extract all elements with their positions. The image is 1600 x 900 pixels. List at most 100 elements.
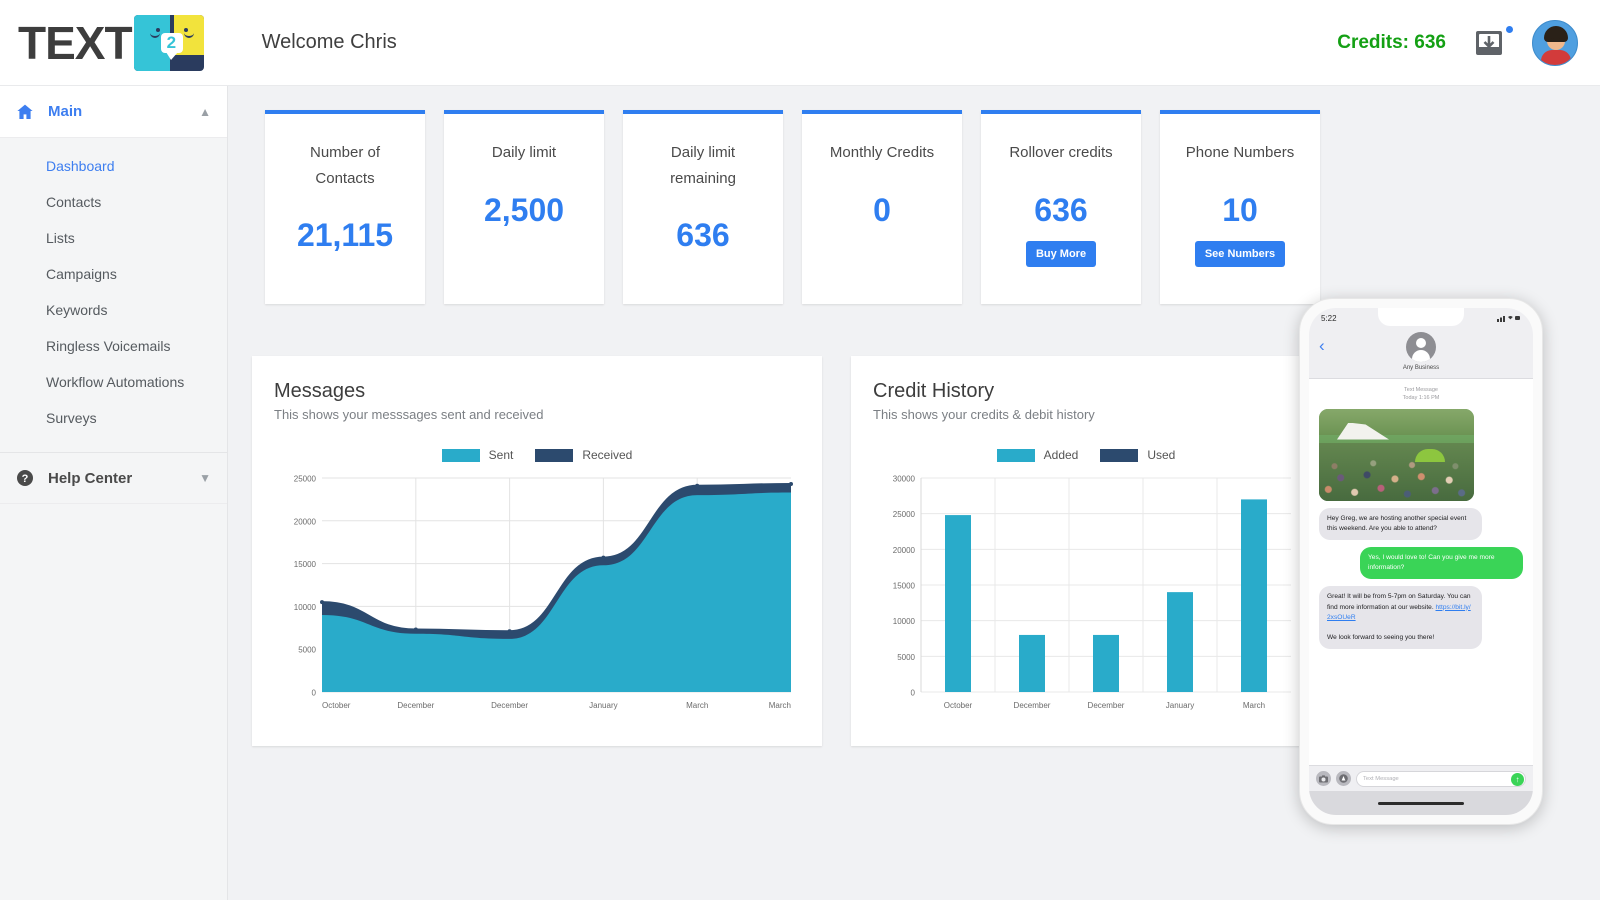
legend-item-received[interactable]: Received (535, 448, 632, 462)
stat-card-value: 636 (1034, 191, 1088, 228)
legend-swatch-used (1100, 448, 1139, 462)
svg-text:January: January (1166, 701, 1194, 710)
stat-card-daily-limit: Daily limit 2,500 (444, 110, 604, 304)
sidebar-section-main-label: Main (48, 103, 83, 120)
see-numbers-button[interactable]: See Numbers (1194, 240, 1286, 267)
message-image-attachment[interactable] (1319, 408, 1474, 501)
top-bar: TEXT 2 Welcome Chris Credits: 636 (0, 0, 1600, 86)
messages-panel-title: Messages (274, 380, 366, 402)
back-chevron-icon[interactable]: ‹ (1319, 336, 1325, 356)
phone-conversation-header: ‹ Any Business (1309, 328, 1533, 379)
sidebar: Main ▲ Dashboard Contacts Lists Campaign… (0, 86, 228, 900)
top-bar-right: Credits: 636 (1337, 19, 1578, 66)
messages-legend: Sent Received (274, 448, 800, 462)
svg-text:10000: 10000 (893, 617, 916, 626)
sidebar-item-label: Ringless Voicemails (46, 338, 171, 354)
credits-label: Credits: 636 (1337, 31, 1446, 53)
svg-text:January: January (589, 701, 617, 710)
phone-home-indicator-area (1309, 791, 1533, 815)
stat-card-daily-limit-remaining: Daily limit remaining 636 (623, 110, 783, 304)
stat-card-title: Number of Contacts (309, 144, 381, 187)
question-circle-icon: ? (16, 469, 38, 487)
stat-card-title: Rollover credits (1009, 144, 1113, 161)
phone-status-bar: 5:22 (1309, 308, 1533, 328)
svg-text:December: December (491, 701, 528, 710)
contact-avatar-icon[interactable] (1406, 332, 1436, 362)
stat-card-title: Monthly Credits (829, 144, 935, 161)
svg-text:20000: 20000 (893, 546, 916, 555)
svg-text:25000: 25000 (893, 510, 916, 519)
stat-card-title: Daily limit (491, 144, 557, 161)
sidebar-item-label: Contacts (46, 194, 102, 210)
notification-dot (1506, 25, 1513, 33)
svg-text:25000: 25000 (294, 475, 317, 484)
legend-item-added[interactable]: Added (996, 448, 1079, 462)
phone-screen: 5:22 ‹ Any Business Text Message Today 1:… (1309, 308, 1533, 815)
buy-more-button[interactable]: Buy More (1025, 240, 1097, 267)
message-text-secondary: We look forward to seeing you there! (1327, 634, 1435, 642)
sidebar-item-contacts[interactable]: Contacts (0, 184, 227, 220)
legend-item-used[interactable]: Used (1100, 448, 1175, 462)
sidebar-item-label: Keywords (46, 302, 108, 318)
sidebar-item-label: Workflow Automations (46, 374, 185, 390)
chevron-up-icon[interactable]: ▲ (199, 105, 211, 119)
svg-text:10000: 10000 (294, 603, 317, 612)
inbox-download-icon[interactable] (1474, 25, 1513, 58)
svg-text:20000: 20000 (294, 517, 317, 526)
stat-card-row: Number of Contacts 21,115 Daily limit 2,… (228, 86, 1600, 304)
stat-card-monthly-credits: Monthly Credits 0 (802, 110, 962, 304)
sidebar-section-help-label: Help Center (48, 469, 133, 487)
app-logo[interactable]: TEXT 2 (18, 14, 204, 71)
legend-swatch-added (996, 448, 1035, 462)
logo-digit: 2 (166, 32, 177, 52)
legend-label: Sent (488, 448, 514, 462)
contact-name: Any Business (1402, 365, 1440, 371)
sidebar-section-main[interactable]: Main ▲ (0, 86, 227, 138)
sidebar-item-lists[interactable]: Lists (0, 220, 227, 256)
home-icon (16, 103, 38, 121)
credit-history-bar-chart: 0 5000 10000 15000 20000 25000 30000 October Dec… (873, 472, 1299, 722)
stat-card-value: 2,500 (483, 191, 565, 228)
legend-label: Added (1043, 448, 1079, 462)
legend-item-sent[interactable]: Sent (441, 448, 514, 462)
message-input-placeholder: Text Message (1363, 775, 1399, 782)
sidebar-item-dashboard[interactable]: Dashboard (0, 148, 227, 184)
sidebar-item-campaigns[interactable]: Campaigns (0, 256, 227, 292)
stat-card-value: 10 (1222, 191, 1258, 228)
avatar[interactable] (1532, 19, 1578, 66)
svg-text:0: 0 (911, 689, 916, 698)
chevron-down-icon[interactable]: ▼ (199, 471, 211, 485)
logo-text: TEXT (18, 16, 133, 69)
svg-text:5000: 5000 (897, 653, 915, 662)
phone-status-icons (1497, 314, 1521, 322)
svg-text:March: March (769, 701, 791, 710)
message-input[interactable]: Text Message ↑ (1356, 770, 1526, 787)
phone-message-list: Text Message Today 1:16 PM Hey Greg, we a… (1309, 379, 1533, 765)
message-timestamp: Text Message Today 1:16 PM (1402, 387, 1440, 402)
messages-panel: Messages This shows your messsages sent … (252, 356, 822, 746)
message-bubble-incoming: Hey Greg, we are hosting another special… (1319, 507, 1482, 540)
message-bubble-outgoing: Yes, I would love to! Can you give me mo… (1360, 546, 1523, 580)
sidebar-item-ringless-voicemails[interactable]: Ringless Voicemails (0, 328, 227, 364)
messages-area-chart: 0 5000 10000 15000 20000 25000 October December… (274, 472, 800, 722)
sidebar-item-surveys[interactable]: Surveys (0, 400, 227, 436)
svg-text:December: December (1014, 701, 1051, 710)
stat-card-value: 0 (873, 191, 891, 228)
sidebar-item-workflow-automations[interactable]: Workflow Automations (0, 364, 227, 400)
sidebar-item-label: Lists (46, 230, 75, 246)
sidebar-item-keywords[interactable]: Keywords (0, 292, 227, 328)
svg-text:October: October (944, 701, 973, 710)
send-arrow-icon[interactable]: ↑ (1511, 772, 1524, 786)
sidebar-section-help-center[interactable]: ? Help Center ▼ (0, 452, 227, 504)
stat-card-title: Phone Numbers (1185, 144, 1295, 161)
svg-text:15000: 15000 (294, 560, 317, 569)
legend-label: Used (1147, 448, 1176, 462)
phone-mockup: 5:22 ‹ Any Business Text Message Today 1:… (1299, 298, 1543, 825)
camera-icon[interactable] (1316, 771, 1331, 786)
legend-label: Received (582, 448, 633, 462)
legend-swatch-sent (441, 448, 480, 462)
dashboard-app: TEXT 2 Welcome Chris Credits: 636 Main ▲… (0, 0, 1600, 900)
svg-text:March: March (1243, 701, 1265, 710)
sidebar-item-label: Campaigns (46, 266, 117, 282)
app-store-icon[interactable] (1336, 771, 1351, 786)
